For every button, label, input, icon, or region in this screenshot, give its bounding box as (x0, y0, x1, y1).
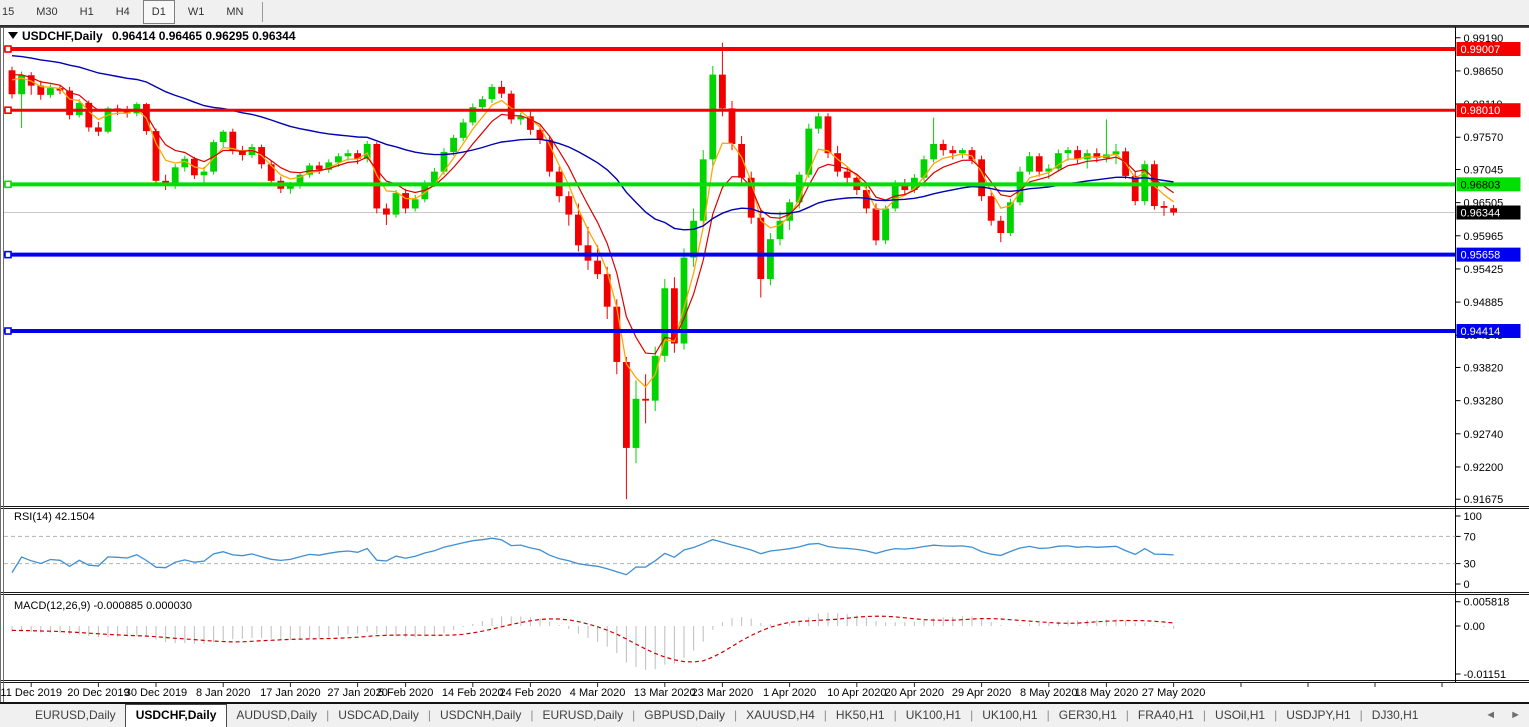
rsi-label: RSI(14) 42.1504 (14, 511, 95, 523)
macd-label: MACD(12,26,9) -0.000885 0.000030 (14, 600, 192, 612)
rsi-tick-label: 30 (1464, 559, 1476, 571)
tab-gbpusd-daily[interactable]: GBPUSD,Daily (635, 704, 734, 727)
macd-tick-label: -0.01151 (1464, 669, 1507, 681)
time-tick-label: 17 Jan 2020 (260, 687, 321, 699)
tabs-scroll-controls: ◄► (1485, 704, 1529, 727)
price-tick-label: 0.92740 (1464, 429, 1504, 441)
price-chart[interactable]: USDCHF,Daily 0.96414 0.96465 0.96295 0.96… (0, 27, 1529, 702)
price-tick-label: 0.95425 (1464, 264, 1504, 276)
price-badge-label: 0.96344 (1461, 207, 1501, 219)
timeframe-button-d1[interactable]: D1 (143, 0, 175, 24)
time-tick-label: 11 Dec 2019 (0, 687, 62, 699)
price-badge-label: 0.94414 (1461, 326, 1501, 338)
price-tick-label: 0.95965 (1464, 231, 1504, 243)
chart-window: USDCHF,Daily 0.96414 0.96465 0.96295 0.96… (0, 27, 1529, 702)
chart-tabs-bar: EURUSD,DailyUSDCHF,DailyAUDUSD,Daily|USD… (0, 702, 1529, 727)
price-tick-label: 0.91675 (1464, 494, 1504, 506)
time-tick-label: 20 Apr 2020 (885, 687, 944, 699)
tab-hk50-h1[interactable]: HK50,H1 (827, 704, 894, 727)
tabs-left-margin (0, 704, 26, 727)
tab-eurusd-daily[interactable]: EURUSD,Daily (26, 704, 125, 727)
tab-dj30-h1[interactable]: DJ30,H1 (1363, 704, 1428, 727)
price-tick-label: 0.92200 (1464, 462, 1504, 474)
timeframe-button-w1[interactable]: W1 (179, 1, 214, 23)
time-tick-label: 20 Dec 2019 (67, 687, 129, 699)
price-badge-label: 0.96803 (1461, 179, 1501, 191)
hline-handle[interactable] (5, 252, 11, 258)
time-tick-label: 8 Jan 2020 (196, 687, 250, 699)
tab-eurusd-daily[interactable]: EURUSD,Daily (533, 704, 632, 727)
timeframe-button-m30[interactable]: M30 (27, 1, 66, 23)
time-tick-label: 14 Feb 2020 (442, 687, 504, 699)
time-tick-label: 18 May 2020 (1075, 687, 1139, 699)
time-tick-label: 30 Dec 2019 (125, 687, 187, 699)
toolbar-divider (262, 2, 263, 22)
price-tick-label: 0.97045 (1464, 164, 1504, 176)
time-tick-label: 24 Feb 2020 (500, 687, 562, 699)
tabs-scroll-left-icon[interactable]: ◄ (1485, 709, 1496, 721)
time-tick-label: 4 Mar 2020 (570, 687, 626, 699)
time-tick-label: 1 Apr 2020 (763, 687, 816, 699)
tab-audusd-daily[interactable]: AUDUSD,Daily (227, 704, 326, 727)
time-tick-label: 13 Mar 2020 (634, 687, 696, 699)
time-tick-label: 10 Apr 2020 (827, 687, 886, 699)
tab-usdchf-daily[interactable]: USDCHF,Daily (125, 704, 228, 727)
tab-usdcad-daily[interactable]: USDCAD,Daily (329, 704, 428, 727)
timeframe-toolbar: 15M30H1H4D1W1MN (0, 0, 1529, 27)
hline-handle[interactable] (5, 328, 11, 334)
time-tick-label: 29 Apr 2020 (952, 687, 1011, 699)
price-badge-label: 0.98010 (1461, 105, 1501, 117)
tab-xauusd-h4[interactable]: XAUUSD,H4 (737, 704, 824, 727)
tab-uk100-h1[interactable]: UK100,H1 (897, 704, 970, 727)
timeframe-button-15[interactable]: 15 (0, 1, 23, 23)
time-tick-label: 8 May 2020 (1020, 687, 1077, 699)
timeframe-button-mn[interactable]: MN (217, 1, 252, 23)
price-badge-label: 0.95658 (1461, 250, 1501, 262)
tab-uk100-h1[interactable]: UK100,H1 (973, 704, 1046, 727)
hline-handle[interactable] (5, 46, 11, 52)
tab-usdjpy-h1[interactable]: USDJPY,H1 (1277, 704, 1359, 727)
tab-fra40-h1[interactable]: FRA40,H1 (1129, 704, 1203, 727)
rsi-tick-label: 0 (1464, 579, 1470, 591)
chart-symbol-title: USDCHF,Daily (22, 29, 103, 43)
time-tick-label: 27 May 2020 (1142, 687, 1206, 699)
hline-handle[interactable] (5, 107, 11, 113)
hline-handle[interactable] (5, 181, 11, 187)
chart-ohlc-values: 0.96414 0.96465 0.96295 0.96344 (112, 29, 296, 43)
tab-ger30-h1[interactable]: GER30,H1 (1050, 704, 1126, 727)
rsi-tick-label: 70 (1464, 531, 1476, 543)
time-tick-label: 5 Feb 2020 (378, 687, 434, 699)
timeframe-button-h1[interactable]: H1 (71, 1, 103, 23)
chart-title-group: USDCHF,Daily 0.96414 0.96465 0.96295 0.96… (8, 29, 296, 43)
rsi-tick-label: 100 (1464, 511, 1482, 523)
macd-tick-label: 0.005818 (1464, 597, 1510, 609)
tab-usdcnh-daily[interactable]: USDCNH,Daily (431, 704, 530, 727)
price-tick-label: 0.93280 (1464, 396, 1504, 408)
macd-tick-label: 0.00 (1464, 621, 1485, 633)
tab-usoil-h1[interactable]: USOil,H1 (1206, 704, 1274, 727)
price-badge-label: 0.99007 (1461, 44, 1501, 56)
price-tick-label: 0.94885 (1464, 297, 1504, 309)
chart-background (0, 27, 1529, 702)
timeframe-button-h4[interactable]: H4 (107, 1, 139, 23)
price-tick-label: 0.97570 (1464, 132, 1504, 144)
time-tick-label: 23 Mar 2020 (692, 687, 754, 699)
price-tick-label: 0.93820 (1464, 362, 1504, 374)
price-tick-label: 0.98650 (1464, 66, 1504, 78)
tabs-scroll-right-icon[interactable]: ► (1510, 709, 1521, 721)
